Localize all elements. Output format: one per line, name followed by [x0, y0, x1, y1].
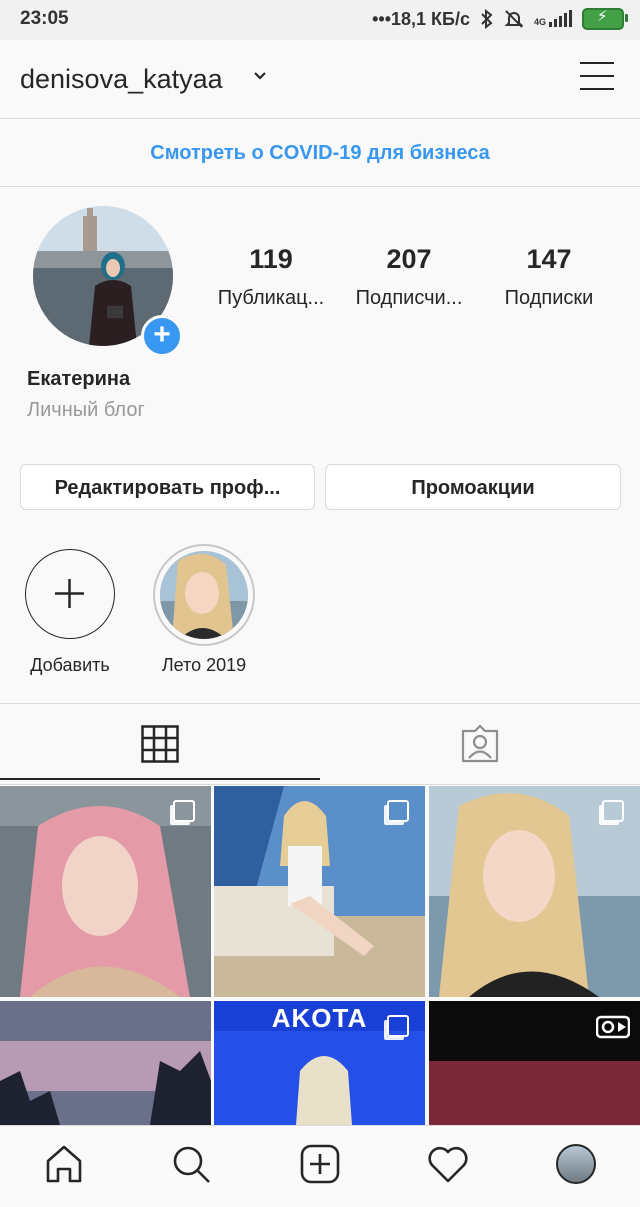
- highlight-label: Лето 2019: [161, 655, 247, 675]
- menu-icon[interactable]: [580, 62, 614, 94]
- highlight-photo: [160, 551, 248, 639]
- posts-count-value: 119: [249, 244, 293, 274]
- profile-header: denisova_katyaa: [0, 40, 640, 119]
- chevron-down-icon[interactable]: [252, 68, 268, 84]
- grid-post[interactable]: [0, 786, 211, 997]
- video-icon: [596, 1015, 630, 1039]
- username[interactable]: denisova_katyaa: [20, 64, 223, 95]
- new-post-icon[interactable]: [300, 1144, 340, 1184]
- posts-count-label: Публикац...: [217, 287, 325, 309]
- followers-count-value: 207: [386, 244, 432, 274]
- posts-count[interactable]: 119 Публикац...: [211, 244, 331, 310]
- tab-tagged[interactable]: [320, 704, 640, 782]
- grid-icon: [141, 725, 179, 763]
- bluetooth-icon: [481, 9, 493, 29]
- status-bar: 23:05 •••18,1 КБ/с 4G ⚡: [0, 0, 640, 40]
- new-highlight-button[interactable]: [25, 549, 115, 639]
- post-photo: [0, 1001, 211, 1125]
- multi-photo-icon: [387, 1015, 409, 1037]
- multi-photo-icon: [173, 800, 195, 822]
- grid-post[interactable]: [214, 786, 425, 997]
- grid-post[interactable]: [429, 1001, 640, 1125]
- bottom-navigation: [0, 1125, 640, 1207]
- grid-post[interactable]: [429, 786, 640, 997]
- profile-avatar-tab[interactable]: [556, 1144, 596, 1184]
- battery-charging-icon: ⚡: [582, 8, 628, 30]
- activity-heart-icon[interactable]: [427, 1146, 469, 1184]
- plus-icon: [55, 579, 84, 608]
- promotions-button[interactable]: Промоакции: [325, 464, 621, 510]
- following-count[interactable]: 147 Подписки: [489, 244, 609, 310]
- mute-icon: [504, 10, 524, 28]
- network-speed: •••18,1 КБ/с: [372, 8, 470, 29]
- tab-grid[interactable]: [0, 704, 320, 782]
- covid-banner[interactable]: Смотреть о COVID-19 для бизнеса: [0, 118, 640, 187]
- profile-category: Личный блог: [27, 399, 145, 421]
- status-icons: •••18,1 КБ/с 4G ⚡: [372, 8, 628, 30]
- tagged-person-icon: [461, 725, 499, 763]
- followers-count-label: Подписчи...: [355, 287, 463, 309]
- edit-profile-button[interactable]: Редактировать проф...: [20, 464, 315, 510]
- grid-post[interactable]: [0, 1001, 211, 1125]
- add-story-button[interactable]: +: [141, 315, 183, 357]
- multi-photo-icon: [387, 800, 409, 822]
- grid-post[interactable]: AKOTA: [214, 1001, 425, 1125]
- multi-photo-icon: [602, 800, 624, 822]
- covid-banner-link[interactable]: Смотреть о COVID-19 для бизнеса: [150, 142, 489, 165]
- followers-count[interactable]: 207 Подписчи...: [349, 244, 469, 310]
- network-type: 4G: [533, 17, 546, 27]
- profile-tabs: [0, 703, 640, 785]
- search-icon[interactable]: [171, 1144, 211, 1184]
- new-highlight-label: Добавить: [30, 655, 110, 675]
- home-icon[interactable]: [44, 1144, 84, 1184]
- active-tab-indicator: [0, 778, 320, 780]
- following-count-value: 147: [526, 244, 572, 274]
- highlight-cover[interactable]: [160, 551, 248, 639]
- display-name: Екатерина: [27, 368, 131, 390]
- signal-icon: 4G: [533, 10, 572, 27]
- status-time: 23:05: [20, 8, 69, 29]
- following-count-label: Подписки: [504, 287, 594, 309]
